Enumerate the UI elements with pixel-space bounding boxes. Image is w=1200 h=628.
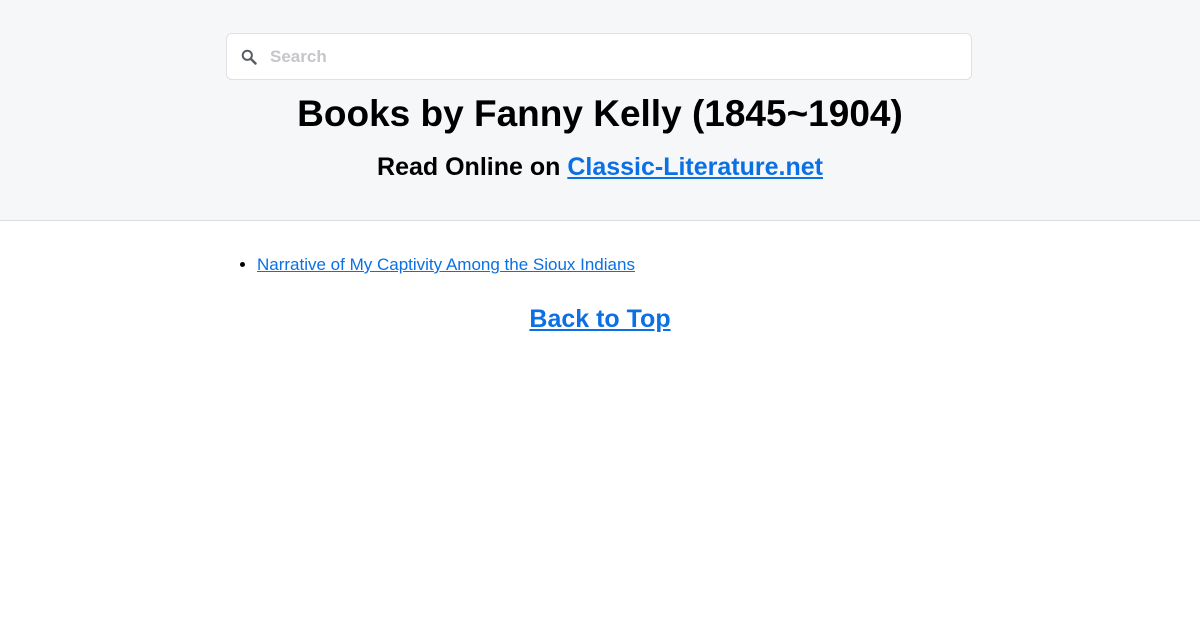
list-item: Narrative of My Captivity Among the Siou… bbox=[257, 254, 635, 276]
subtitle-prefix: Read Online on bbox=[377, 153, 568, 181]
search-input[interactable] bbox=[270, 34, 960, 79]
page-title: Books by Fanny Kelly (1845~1904) bbox=[297, 93, 903, 134]
page-header: Books by Fanny Kelly (1845~1904) Read On… bbox=[0, 0, 1200, 221]
book-list: Narrative of My Captivity Among the Siou… bbox=[237, 254, 635, 276]
site-link[interactable]: Classic-Literature.net bbox=[567, 153, 823, 181]
subtitle: Read Online on Classic-Literature.net bbox=[0, 150, 1200, 184]
back-to-top: Back to Top bbox=[0, 302, 1200, 336]
back-to-top-link[interactable]: Back to Top bbox=[529, 305, 670, 333]
search-box[interactable] bbox=[226, 33, 972, 80]
search-icon bbox=[241, 49, 257, 65]
book-link[interactable]: Narrative of My Captivity Among the Siou… bbox=[257, 255, 635, 274]
